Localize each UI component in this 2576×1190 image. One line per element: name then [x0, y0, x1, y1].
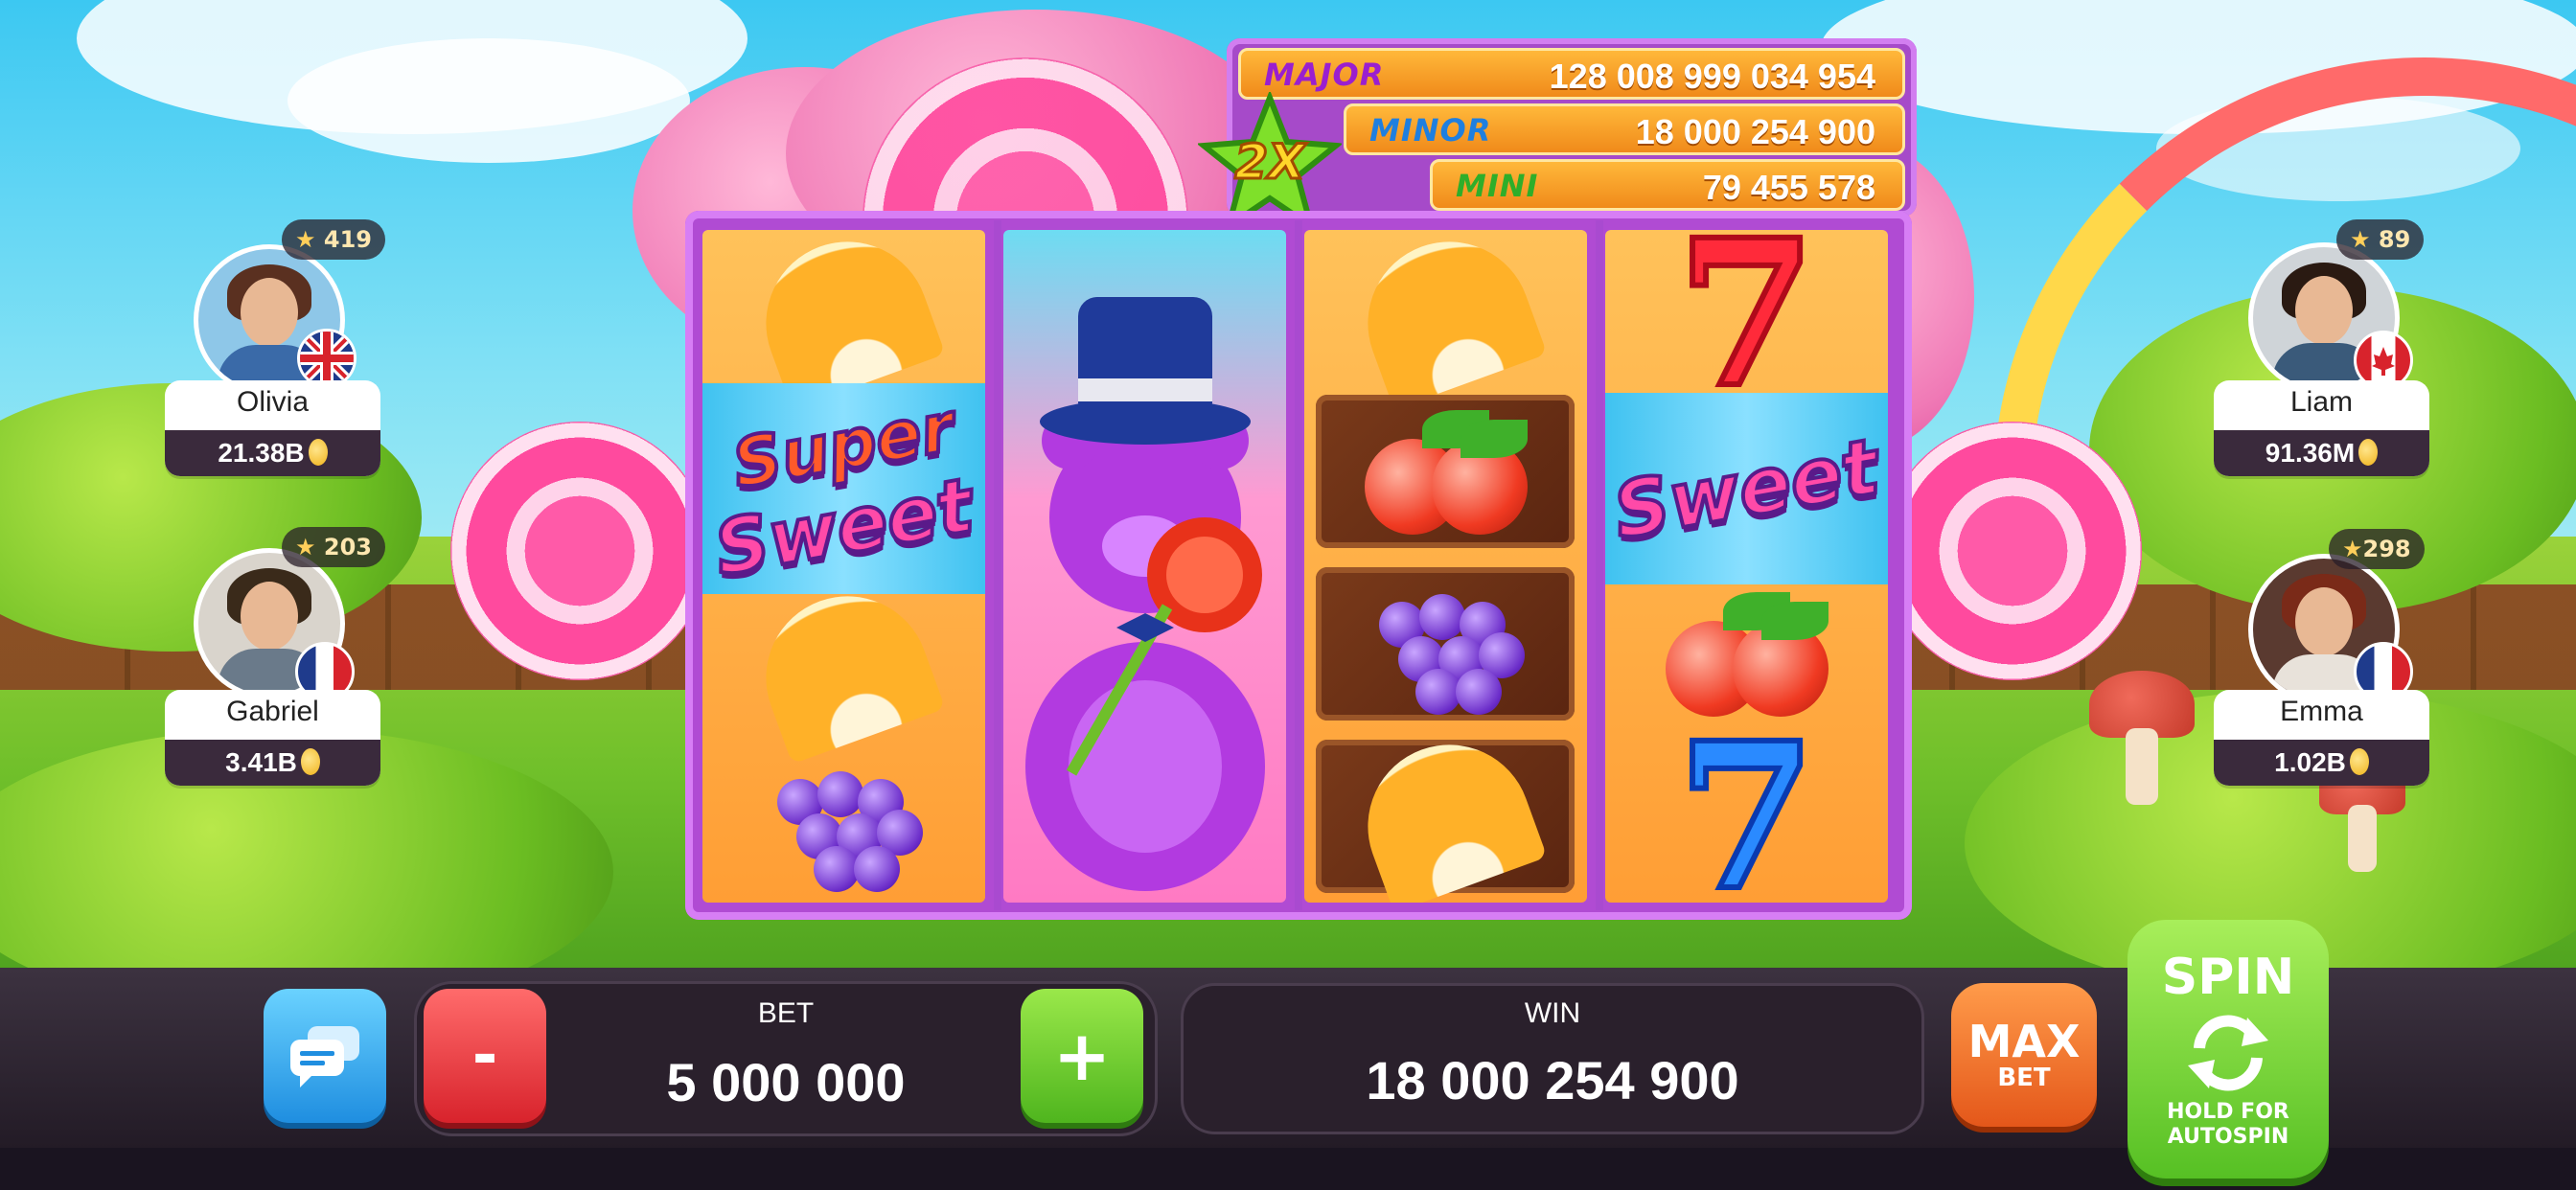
chat-icon [290, 1026, 359, 1087]
balance-value: 3.41B [225, 747, 297, 777]
star-rating-badge: ★ 203 [282, 527, 385, 567]
balance-value: 21.38B [218, 438, 305, 468]
reel-2 [1003, 230, 1286, 903]
orange-icon [702, 230, 985, 410]
spin-autospin-label: AUTOSPIN [2167, 1125, 2289, 1149]
reel-3 [1304, 230, 1587, 903]
jackpot-minor: MINOR 18 000 254 900 [1344, 103, 1905, 155]
multiplier-label: 2X [1233, 133, 1306, 192]
jackpot-major-label: MAJOR [1264, 57, 1385, 93]
player-card: Emma 1.02B [2214, 690, 2429, 786]
balance-value: 91.36M [2265, 438, 2356, 468]
reel-4: 7 Sweet 7 [1605, 230, 1888, 903]
player-name: Olivia [236, 386, 309, 418]
player-balance: 21.38B [165, 430, 380, 476]
grapes-icon [1304, 561, 1587, 728]
coin-icon [300, 748, 320, 775]
star-rating-badge: ★ 419 [282, 219, 385, 260]
chat-button[interactable] [264, 989, 386, 1123]
win-value: 18 000 254 900 [1366, 1050, 1739, 1110]
star-count: 89 [2378, 226, 2411, 253]
cherry-icon [1304, 388, 1587, 556]
player-balance: 3.41B [165, 740, 380, 786]
jackpot-mini-label: MINI [1456, 168, 1539, 204]
sweet-text: Sweet [1605, 420, 1887, 558]
cloud [288, 38, 690, 163]
jackpot-mini-value: 79 455 578 [1702, 168, 1875, 207]
orange-icon [1304, 230, 1587, 410]
max-bet-sublabel: BET [1997, 1064, 2051, 1092]
increase-bet-button[interactable]: + [1021, 989, 1143, 1123]
jackpot-mini: MINI 79 455 578 [1430, 159, 1905, 211]
jackpot-minor-value: 18 000 254 900 [1635, 112, 1875, 151]
coin-icon [308, 439, 328, 466]
player-card: Liam 91.36M [2214, 380, 2429, 476]
coin-icon [2349, 748, 2369, 775]
star-count: 203 [323, 534, 372, 561]
sweet-icon: Sweet [1605, 393, 1888, 584]
reel-divider [1295, 220, 1302, 910]
balance-value: 1.02B [2274, 747, 2346, 777]
player-name: Liam [2289, 386, 2354, 418]
max-bet-button[interactable]: MAX BET [1951, 983, 2097, 1127]
lollipop-right [1883, 422, 2142, 680]
star-count: 298 [2362, 536, 2411, 562]
reel-divider [994, 220, 1001, 910]
orange-icon [1304, 721, 1587, 903]
star-count: 419 [323, 226, 372, 253]
jackpot-minor-label: MINOR [1369, 112, 1492, 149]
player-card: Gabriel 3.41B [165, 690, 380, 786]
jackpot-major-value: 128 008 999 034 954 [1549, 57, 1875, 96]
super-sweet-icon: Super Sweet [702, 383, 985, 595]
player-name: Emma [2280, 696, 2363, 727]
star-rating-badge: ★ 89 [2336, 219, 2425, 260]
reel-1: Super Sweet [702, 230, 985, 903]
refresh-icon [2188, 1015, 2268, 1091]
grapes-icon [702, 738, 985, 903]
star-rating-badge: ★298 [2329, 529, 2425, 569]
spin-label: SPIN [2161, 949, 2295, 1006]
win-label: WIN [1524, 997, 1581, 1029]
red-seven-icon: 7 [1673, 230, 1819, 432]
player-name: Gabriel [226, 696, 319, 727]
max-bet-label: MAX [1967, 1016, 2081, 1067]
uk-flag-icon [297, 329, 356, 388]
decrease-bet-button[interactable]: - [424, 989, 546, 1123]
player-balance: 1.02B [2214, 740, 2429, 786]
win-panel: WIN 18 000 254 900 [1181, 983, 1924, 1134]
blue-seven-icon: 7 [1673, 698, 1819, 903]
coin-icon [2358, 439, 2379, 466]
spin-button[interactable]: SPIN HOLD FOR AUTOSPIN [2128, 920, 2329, 1179]
player-balance: 91.36M [2214, 430, 2429, 476]
reel-divider [1596, 220, 1603, 910]
orange-icon [702, 572, 985, 765]
spin-hold-label: HOLD FOR [2167, 1100, 2289, 1124]
gummy-bear-icon [1003, 230, 1286, 903]
player-card: Olivia 21.38B [165, 380, 380, 476]
lollipop-left [450, 422, 709, 680]
